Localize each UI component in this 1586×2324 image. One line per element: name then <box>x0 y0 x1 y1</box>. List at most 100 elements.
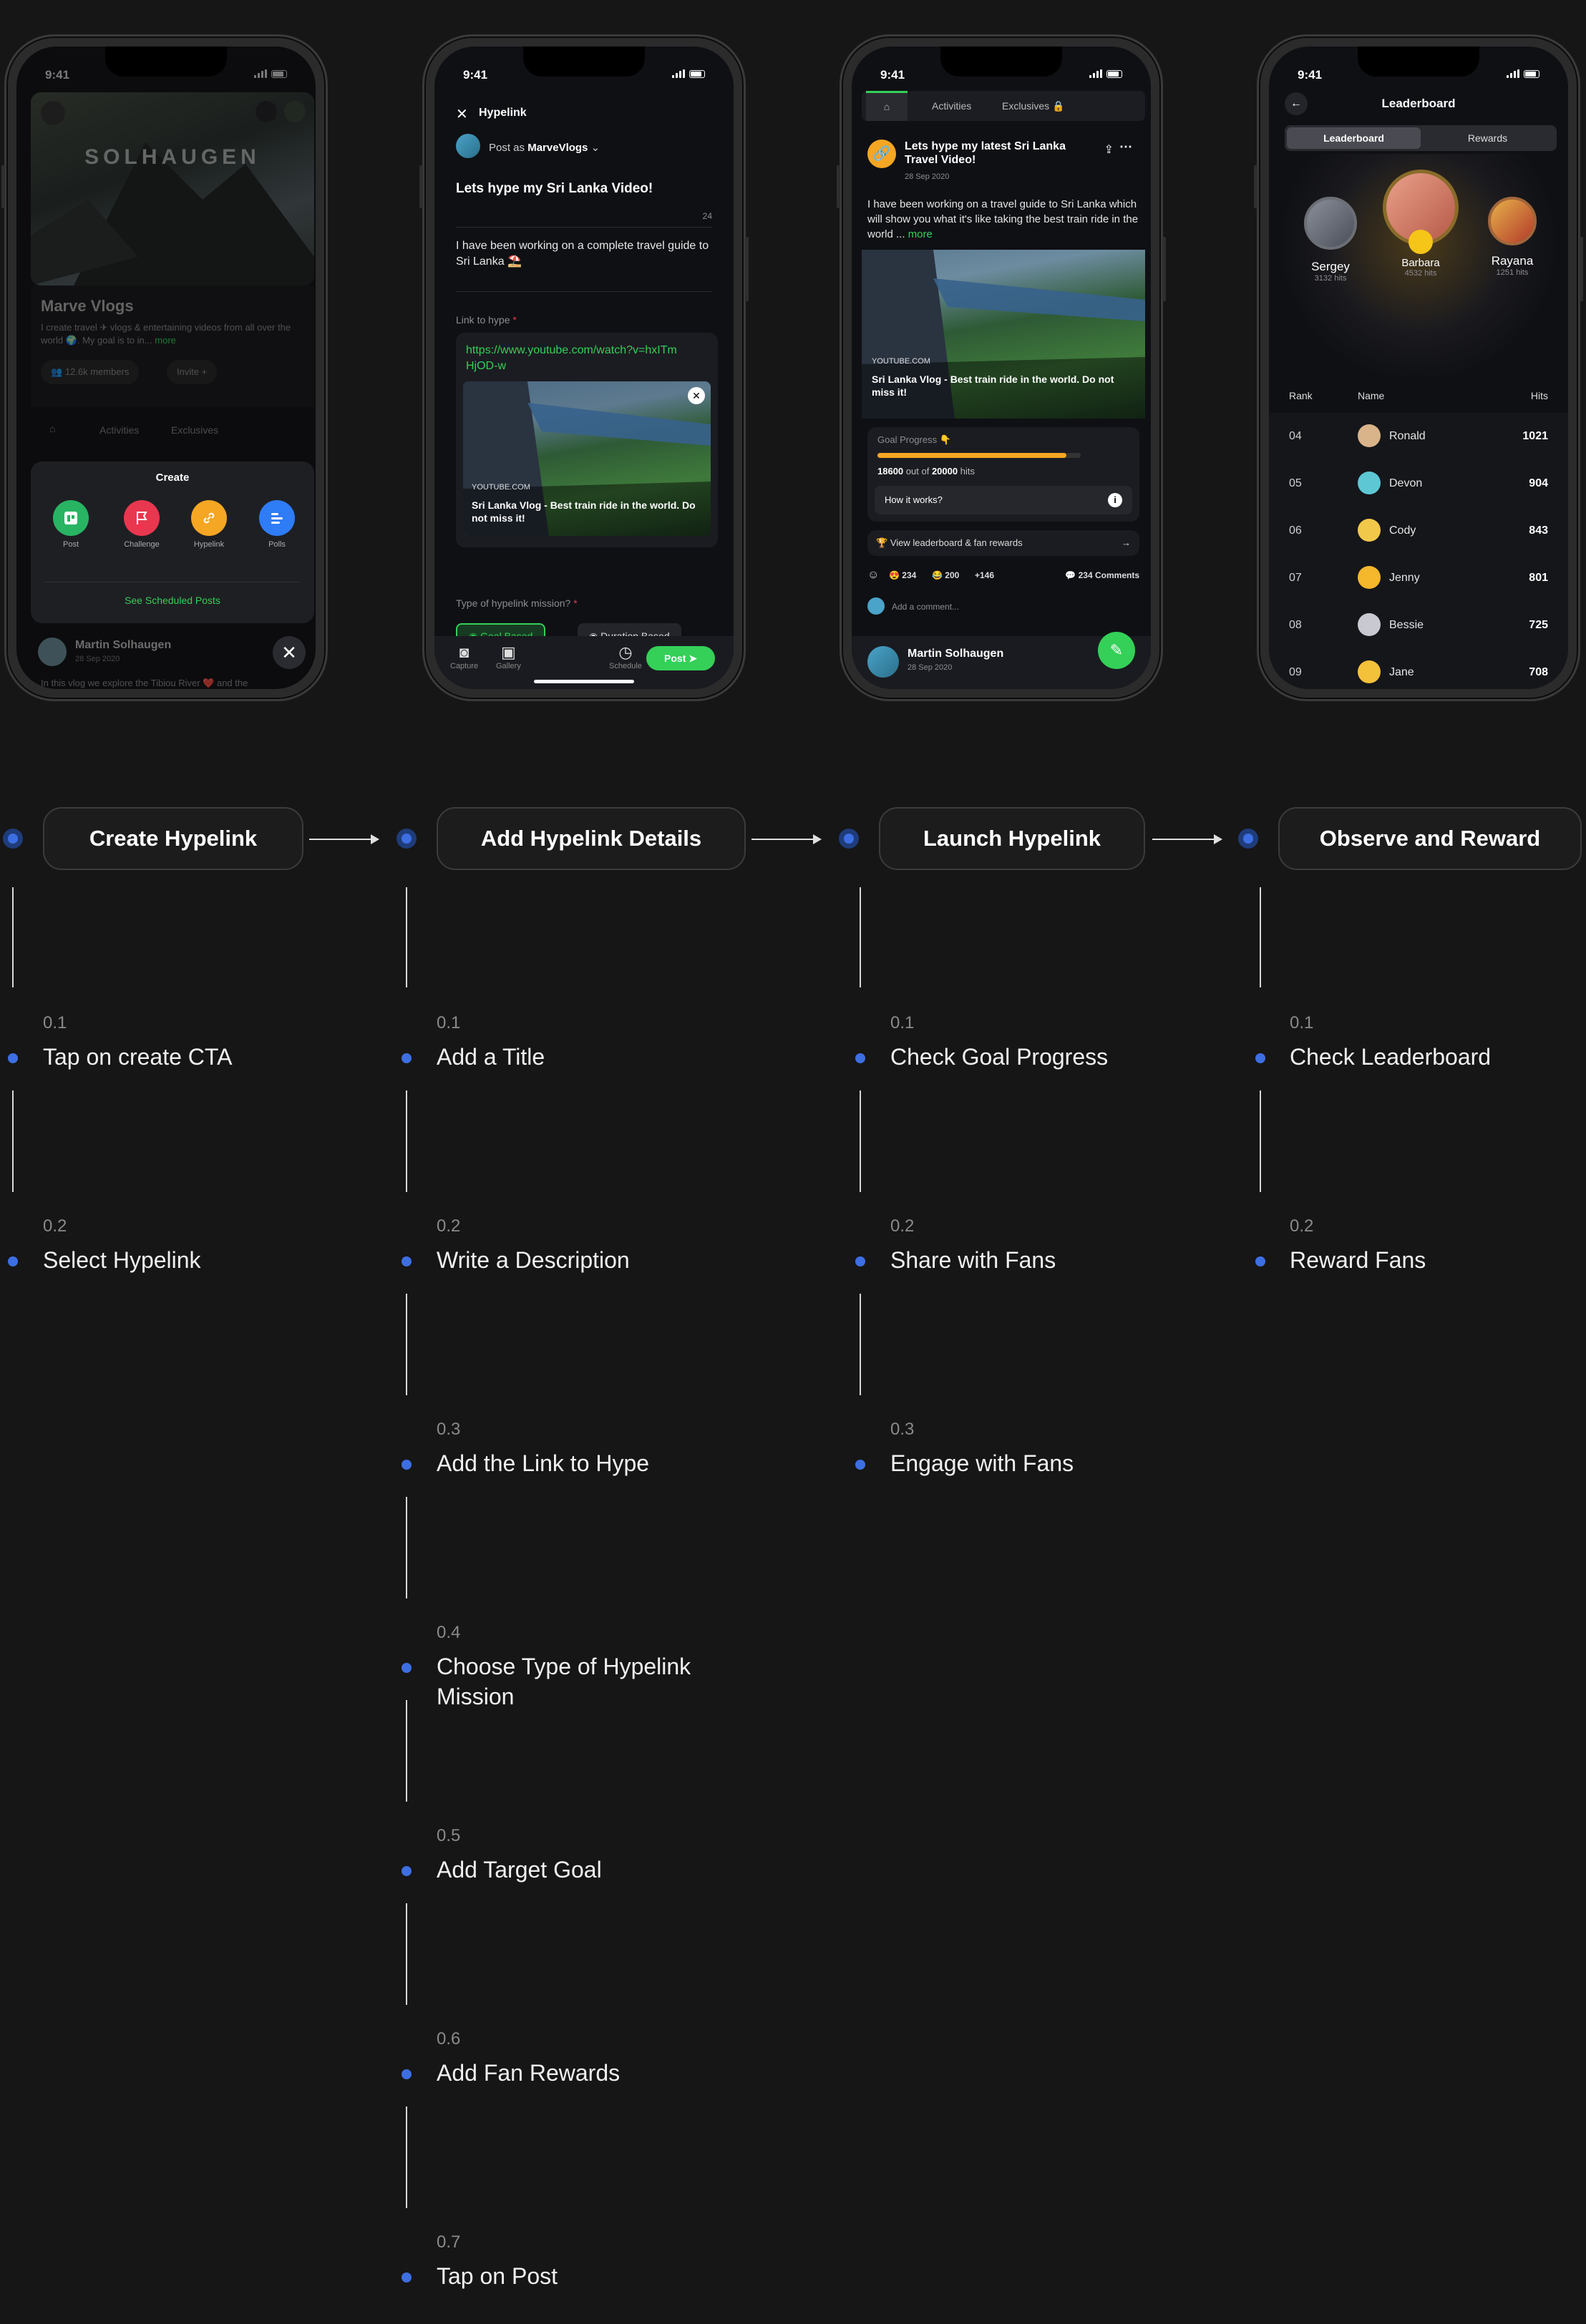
add-reaction-icon[interactable]: ☺ <box>867 569 879 582</box>
more-icon[interactable]: ⋯ <box>1119 140 1132 155</box>
close-icon[interactable]: ✕ <box>456 105 468 123</box>
arrow-icon <box>751 834 822 844</box>
create-sheet: Create Post Challenge Hypelink Polls See… <box>31 462 314 623</box>
create-post-button[interactable]: Post <box>49 500 92 549</box>
step-item: Tap on Post <box>437 2263 558 2289</box>
camera-icon: ◙ <box>459 643 470 661</box>
see-scheduled-posts-link[interactable]: See Scheduled Posts <box>31 595 314 606</box>
leaderboard-header: Rank Name Hits <box>1289 390 1548 401</box>
avatar <box>1358 519 1381 542</box>
home-tab[interactable]: ⌂ <box>866 91 908 121</box>
step-item: Tap on create CTA <box>43 1044 233 1070</box>
step-launch: Launch Hypelink <box>879 807 1145 870</box>
bottom-toolbar: ◙ Capture ▣ Gallery ◷ Schedule Post ➤ <box>434 636 734 689</box>
author-name: Martin Solhaugen <box>75 639 172 651</box>
table-row[interactable]: 04 Ronald 1021 <box>1269 413 1568 460</box>
arrow-icon <box>309 834 379 844</box>
post-as-selector[interactable]: Post as MarveVlogs ⌄ <box>489 141 600 154</box>
avatar <box>1358 472 1381 494</box>
title-char-count: 24 <box>702 211 712 221</box>
link-preview: ✕ YOUTUBE.COM Sri Lanka Vlog - Best trai… <box>463 381 711 536</box>
description-input[interactable]: I have been working on a complete travel… <box>456 238 714 270</box>
cover-title: SOLHAUGEN <box>84 145 261 169</box>
tab-exclusives[interactable]: Exclusives <box>171 424 218 436</box>
create-hypelink-button[interactable]: Hypelink <box>184 500 234 549</box>
post-button[interactable]: Post ➤ <box>646 646 715 670</box>
phone-leaderboard: 9:41 ← Leaderboard Leaderboard Rewards S… <box>1254 34 1583 701</box>
comment-input[interactable]: Add a comment... <box>892 602 959 612</box>
link-preview[interactable]: YOUTUBE.COM Sri Lanka Vlog - Best train … <box>862 250 1145 419</box>
avatar <box>1304 197 1357 250</box>
segment-leaderboard[interactable]: Leaderboard <box>1287 127 1421 149</box>
flag-icon <box>124 500 160 536</box>
link-card: https://www.youtube.com/watch?v=hxITmHjO… <box>456 333 718 547</box>
home-icon[interactable]: ⌂ <box>49 423 55 434</box>
step-item: Add a Title <box>437 1044 545 1070</box>
invite-chip[interactable]: Invite + <box>167 360 218 384</box>
segment-rewards[interactable]: Rewards <box>1421 127 1555 149</box>
step-dot <box>3 829 23 849</box>
goal-count: 18600 out of 20000 hits <box>877 466 975 477</box>
info-icon: i <box>1108 493 1122 507</box>
capture-button[interactable]: ◙ Capture <box>450 643 478 670</box>
step-dot <box>396 829 417 849</box>
close-icon: ✕ <box>281 641 297 663</box>
step-item: Add Fan Rewards <box>437 2060 621 2086</box>
screen-header: Hypelink <box>479 107 527 119</box>
close-icon[interactable]: ✕ <box>688 387 705 404</box>
gallery-button[interactable]: ▣ Gallery <box>496 643 521 670</box>
table-row[interactable]: 08 Bessie 725 <box>1269 602 1568 649</box>
podium-first: Barbara 4532 hits <box>1376 170 1465 278</box>
step-item: Add the Link to Hype <box>437 1450 650 1476</box>
create-sheet-title: Create <box>155 472 190 484</box>
channel-tabs: ⌂ Activities Exclusives 🔒 <box>862 91 1145 121</box>
gallery-icon: ▣ <box>501 643 516 661</box>
table-row[interactable]: 09 Jane 708 <box>1269 649 1568 689</box>
preview-title: Sri Lanka Vlog - Best train ride in the … <box>472 499 696 524</box>
tab-exclusives[interactable]: Exclusives 🔒 <box>1002 100 1064 112</box>
title-input[interactable]: Lets hype my Sri Lanka Video! <box>456 181 653 197</box>
trophy-icon: 🏆 <box>876 537 888 548</box>
podium-third: Rayana 1251 hits <box>1476 197 1548 277</box>
home-icon: ⌂ <box>883 101 890 112</box>
create-challenge-button[interactable]: Challenge <box>117 500 167 549</box>
create-polls-button[interactable]: Polls <box>256 500 298 549</box>
table-row[interactable]: 06 Cody 843 <box>1269 507 1568 555</box>
table-row[interactable]: 07 Jenny 801 <box>1269 555 1568 602</box>
step-item: Engage with Fans <box>890 1450 1074 1476</box>
compose-button[interactable]: ✎ <box>1098 632 1135 669</box>
how-it-works-button[interactable]: How it works? i <box>875 486 1132 514</box>
step-dot <box>839 829 859 849</box>
goal-progress-card: Goal Progress 👇 18600 out of 20000 hits … <box>867 427 1139 522</box>
table-row[interactable]: 05 Devon 904 <box>1269 460 1568 507</box>
reaction-laugh[interactable]: 😂 200 <box>932 570 959 580</box>
reaction-more[interactable]: +146 <box>975 570 994 580</box>
tab-activities[interactable]: Activities <box>99 424 139 436</box>
chevron-down-icon: ⌄ <box>590 142 600 154</box>
phone-hypelink-details: 9:41 ✕ Hypelink Post as MarveVlogs ⌄ Let… <box>419 34 749 701</box>
link-url-input[interactable]: https://www.youtube.com/watch?v=hxITmHjO… <box>466 343 681 374</box>
status-bar: 9:41 <box>852 64 1151 85</box>
arrow-icon <box>1152 834 1222 844</box>
crown-icon <box>1409 230 1433 254</box>
step-item: Check Goal Progress <box>890 1044 1109 1070</box>
clock-icon: ◷ <box>618 643 633 661</box>
members-chip[interactable]: 👥 12.6k members <box>41 360 140 384</box>
fire-icon: 👇 <box>939 434 951 445</box>
close-create-button[interactable]: ✕ <box>273 636 306 669</box>
step-item: Choose Type of Hypelink Mission <box>437 1654 691 1709</box>
step-item: Reward Fans <box>1290 1247 1426 1273</box>
post-body: I have been working on a travel guide to… <box>867 198 1139 240</box>
share-icon[interactable]: ⇪ <box>1104 142 1114 157</box>
channel-name: Marve Vlogs <box>41 297 134 315</box>
comments-count[interactable]: 💬 234 Comments <box>1065 570 1139 580</box>
avatar <box>867 646 899 678</box>
schedule-button[interactable]: ◷ Schedule <box>609 643 642 670</box>
reaction-heart-eyes[interactable]: 😍 234 <box>889 570 916 580</box>
channel-cover: SOLHAUGEN <box>31 92 314 285</box>
tab-activities[interactable]: Activities <box>932 100 971 112</box>
channel-tabs: ⌂ Activities Exclusives <box>31 416 314 446</box>
view-leaderboard-link[interactable]: 🏆 View leaderboard & fan rewards → <box>867 530 1139 556</box>
hypelink-icon: 🔗 <box>867 140 896 168</box>
step-add-details: Add Hypelink Details <box>437 807 746 870</box>
